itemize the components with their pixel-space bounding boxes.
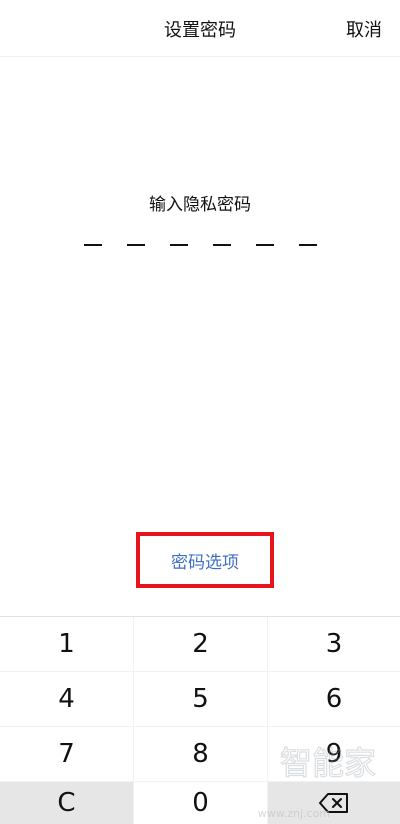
numeric-keypad: 1 2 3 4 5 6 7 8 9 C 0: [0, 616, 400, 824]
top-bar: 设置密码 取消: [0, 0, 400, 57]
password-options-link[interactable]: 密码选项: [171, 548, 239, 573]
pin-slot-3: [170, 244, 188, 246]
key-1[interactable]: 1: [0, 617, 133, 671]
pin-slots: [84, 244, 318, 248]
pin-slot-6: [299, 244, 317, 246]
pin-slot-5: [256, 244, 274, 246]
key-7[interactable]: 7: [0, 727, 133, 781]
backspace-icon: [319, 793, 349, 813]
clear-key[interactable]: C: [0, 782, 133, 824]
highlight-box: 密码选项: [136, 532, 274, 588]
key-3[interactable]: 3: [268, 617, 400, 671]
set-password-screen: 设置密码 取消 输入隐私密码 密码选项 1 2 3 4 5 6 7 8 9 C …: [0, 0, 400, 824]
key-9[interactable]: 9: [268, 727, 400, 781]
key-2[interactable]: 2: [134, 617, 267, 671]
pin-slot-2: [127, 244, 145, 246]
key-0[interactable]: 0: [134, 782, 267, 824]
key-6[interactable]: 6: [268, 672, 400, 726]
backspace-key[interactable]: [268, 782, 400, 824]
cancel-button[interactable]: 取消: [346, 16, 382, 42]
key-5[interactable]: 5: [134, 672, 267, 726]
key-4[interactable]: 4: [0, 672, 133, 726]
pin-slot-1: [84, 244, 102, 246]
key-8[interactable]: 8: [134, 727, 267, 781]
password-prompt: 输入隐私密码: [149, 195, 251, 215]
pin-slot-4: [213, 244, 231, 246]
page-title: 设置密码: [164, 20, 236, 41]
